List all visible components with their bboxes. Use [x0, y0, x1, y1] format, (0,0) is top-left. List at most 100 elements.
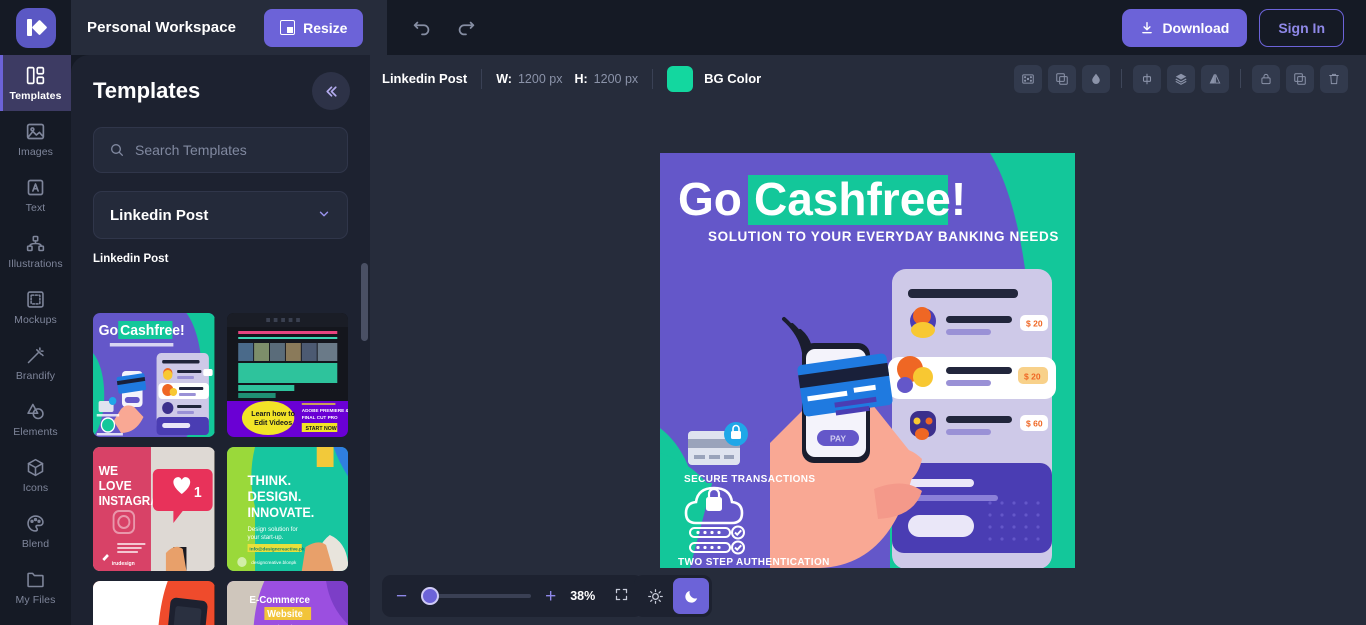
template-thumbnail-scroll[interactable]: Go Cashfree! Learn how to Edit Videos AD…: [71, 313, 370, 625]
artboard-headline-1: Go: [678, 173, 742, 225]
search-icon: [111, 144, 123, 156]
theme-toggle: [634, 575, 712, 617]
history-controls: [409, 15, 479, 41]
height-value: 1200 px: [593, 71, 639, 86]
artboard-feature-2: TWO STEP AUTHENTICATION: [678, 557, 830, 568]
redo-button[interactable]: [453, 15, 479, 41]
category-select[interactable]: Linkedin Post: [93, 191, 348, 239]
minus-icon[interactable]: −: [396, 587, 407, 606]
logo-container: [0, 0, 71, 55]
svg-text:Edit Videos: Edit Videos: [254, 418, 292, 427]
width-value: 1200 px: [517, 71, 563, 86]
lock-icon[interactable]: [1252, 64, 1280, 93]
stage-toolbar: Linkedin Post W: 1200 px H: 1200 px BG C…: [370, 55, 1366, 102]
svg-text:START NOW: START NOW: [305, 426, 337, 432]
resize-button[interactable]: Resize: [264, 8, 364, 47]
sidebar-item-elements[interactable]: Elements: [0, 391, 71, 447]
artboard[interactable]: Go Cashfree! SOLUTION TO YOUR EVERYDAY B…: [660, 153, 1075, 568]
download-button-label: Download: [1162, 19, 1230, 36]
sidebar-item-label: Brandify: [15, 369, 56, 382]
divider: [1121, 69, 1122, 88]
align-icon[interactable]: [1133, 64, 1161, 93]
sign-in-button-label: Sign In: [1278, 19, 1325, 36]
sidebar-item-label: Mockups: [14, 313, 57, 326]
sidebar-item-brandify[interactable]: Brandify: [0, 335, 71, 391]
zoom-slider[interactable]: [421, 587, 532, 605]
double-chevron-left-icon[interactable]: [312, 72, 350, 110]
svg-text:LOVE: LOVE: [99, 479, 132, 493]
app-logo-icon[interactable]: [15, 7, 56, 48]
resize-icon: [280, 20, 296, 35]
zoom-slider-knob[interactable]: [421, 587, 440, 605]
plus-icon[interactable]: +: [545, 587, 556, 606]
sidebar-item-templates[interactable]: Templates: [0, 55, 71, 111]
height-field[interactable]: H: 1200 px: [574, 72, 638, 86]
width-label: W:: [496, 71, 512, 86]
svg-text:E-Commerce: E-Commerce: [249, 595, 310, 606]
templates-panel: Templates Linkedin Post Linkedin Post: [71, 55, 370, 625]
svg-text:Learn how to: Learn how to: [251, 409, 295, 418]
object-tools: [1014, 64, 1348, 93]
artboard-feature-1: SECURE TRANSACTIONS: [684, 474, 816, 485]
sidebar-item-mockups[interactable]: Mockups: [0, 279, 71, 335]
template-thumb-think-design-innovate[interactable]: THINK. DESIGN. INNOVATE. Design solution…: [226, 447, 348, 571]
height-label: H:: [574, 71, 588, 86]
template-thumb-we-love-instagram[interactable]: WE LOVE INSTAGRAM irudesign 1: [93, 447, 215, 571]
workspace-title: Personal Workspace: [87, 19, 237, 36]
template-grid: Go Cashfree! Learn how to Edit Videos AD…: [93, 313, 348, 625]
artboard-subheadline: SOLUTION TO YOUR EVERYDAY BANKING NEEDS: [708, 229, 1059, 244]
canvas-stage: Linkedin Post W: 1200 px H: 1200 px BG C…: [370, 55, 1366, 625]
download-button[interactable]: Download: [1122, 8, 1248, 47]
canvas-viewport[interactable]: Go Cashfree! SOLUTION TO YOUR EVERYDAY B…: [370, 102, 1366, 625]
moon-icon[interactable]: [673, 578, 709, 614]
search-input[interactable]: [135, 142, 332, 158]
top-bar: Personal Workspace Resize Download Sign …: [0, 0, 1366, 55]
resize-button-label: Resize: [303, 19, 348, 36]
search-templates-box[interactable]: [93, 127, 348, 173]
scrollbar-thumb[interactable]: [361, 263, 368, 341]
sidebar-item-label: Icons: [22, 481, 49, 494]
svg-text:THINK.: THINK.: [247, 473, 291, 488]
template-thumb-go-cashfree[interactable]: Go Cashfree!: [93, 313, 215, 437]
template-thumb-easy-payment-solution[interactable]: Easy Payment Solution: [93, 581, 215, 625]
fullscreen-icon[interactable]: [614, 587, 629, 605]
sidebar-item-my-files[interactable]: My Files: [0, 559, 71, 615]
sidebar-item-icons[interactable]: Icons: [0, 447, 71, 503]
svg-text:info@designcreactive.pk: info@designcreactive.pk: [249, 546, 304, 552]
sun-icon[interactable]: [637, 578, 673, 614]
svg-text:INNOVATE.: INNOVATE.: [247, 505, 314, 520]
duplicate-layer-icon[interactable]: [1048, 64, 1076, 93]
templates-scrollbar[interactable]: [361, 263, 368, 570]
logo-bar: [26, 19, 32, 36]
transaction-amount: $ 60: [1026, 419, 1043, 429]
layers-icon[interactable]: [1167, 64, 1195, 93]
sidebar-item-text[interactable]: Text: [0, 167, 71, 223]
sidebar-item-label: Templates: [9, 89, 62, 102]
bg-color-swatch[interactable]: [667, 65, 694, 92]
sidebar-item-illustrations[interactable]: Illustrations: [0, 223, 71, 279]
sidebar-item-label: Blend: [21, 537, 50, 550]
sign-in-button[interactable]: Sign In: [1259, 8, 1344, 47]
artboard-design: Go Cashfree! SOLUTION TO YOUR EVERYDAY B…: [660, 153, 1075, 568]
svg-text:ADOBE PREMIERE &: ADOBE PREMIERE &: [301, 408, 348, 414]
panel-title: Templates: [93, 78, 201, 103]
template-thumb-e-commerce-website[interactable]: E-Commerce Website It sales ends 15,000: [226, 581, 348, 625]
width-field[interactable]: W: 1200 px: [496, 72, 562, 86]
undo-button[interactable]: [409, 15, 435, 41]
panel-header: Templates: [71, 55, 370, 127]
sidebar-item-images[interactable]: Images: [0, 111, 71, 167]
template-thumb-learn-edit-videos[interactable]: Learn how to Edit Videos ADOBE PREMIERE …: [226, 313, 348, 437]
opacity-droplet-icon[interactable]: [1082, 64, 1110, 93]
sidebar-item-label: Elements: [13, 425, 58, 438]
artboard-headline-2: Cashfree!: [754, 173, 966, 225]
svg-text:Go: Go: [99, 323, 119, 340]
sidebar-item-blend[interactable]: Blend: [0, 503, 71, 559]
flip-icon[interactable]: [1201, 64, 1229, 93]
position-icon[interactable]: [1014, 64, 1042, 93]
logo-diamond: [31, 19, 47, 36]
copy-icon[interactable]: [1286, 64, 1314, 93]
svg-text:irudesign: irudesign: [112, 561, 135, 567]
delete-icon[interactable]: [1320, 64, 1348, 93]
svg-text:Cashfree!: Cashfree!: [120, 323, 185, 340]
svg-text:FINAL CUT PRO: FINAL CUT PRO: [301, 415, 337, 421]
